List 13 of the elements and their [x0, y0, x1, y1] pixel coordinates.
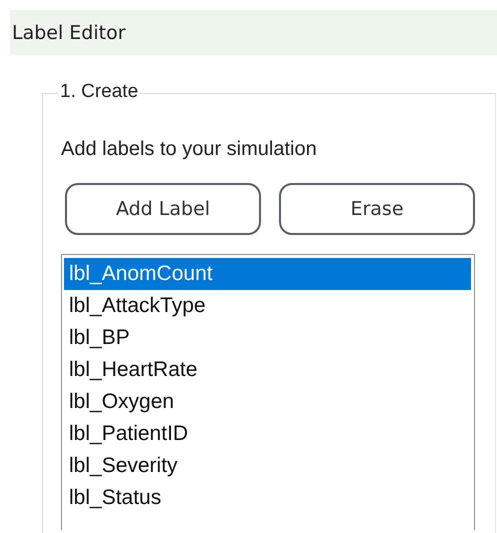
list-item[interactable]: lbl_BP — [64, 322, 471, 354]
erase-button[interactable]: Erase — [279, 183, 475, 235]
list-item[interactable]: lbl_Severity — [64, 450, 471, 482]
window-title: Label Editor — [11, 22, 126, 44]
list-item[interactable]: lbl_Oxygen — [64, 386, 471, 418]
add-label-button[interactable]: Add Label — [65, 183, 261, 235]
list-item[interactable]: lbl_HeartRate — [64, 354, 471, 386]
list-item[interactable]: lbl_AttackType — [64, 290, 471, 322]
list-item[interactable]: lbl_PatientID — [64, 418, 471, 450]
list-item[interactable]: lbl_Status — [64, 482, 471, 514]
list-item[interactable]: lbl_AnomCount — [64, 258, 471, 290]
description-text: Add labels to your simulation — [61, 138, 318, 161]
label-list[interactable]: lbl_AnomCount lbl_AttackType lbl_BP lbl_HeartRate lbl_Oxygen lbl_PatientID lbl_Severity lbl_Status — [61, 254, 475, 530]
